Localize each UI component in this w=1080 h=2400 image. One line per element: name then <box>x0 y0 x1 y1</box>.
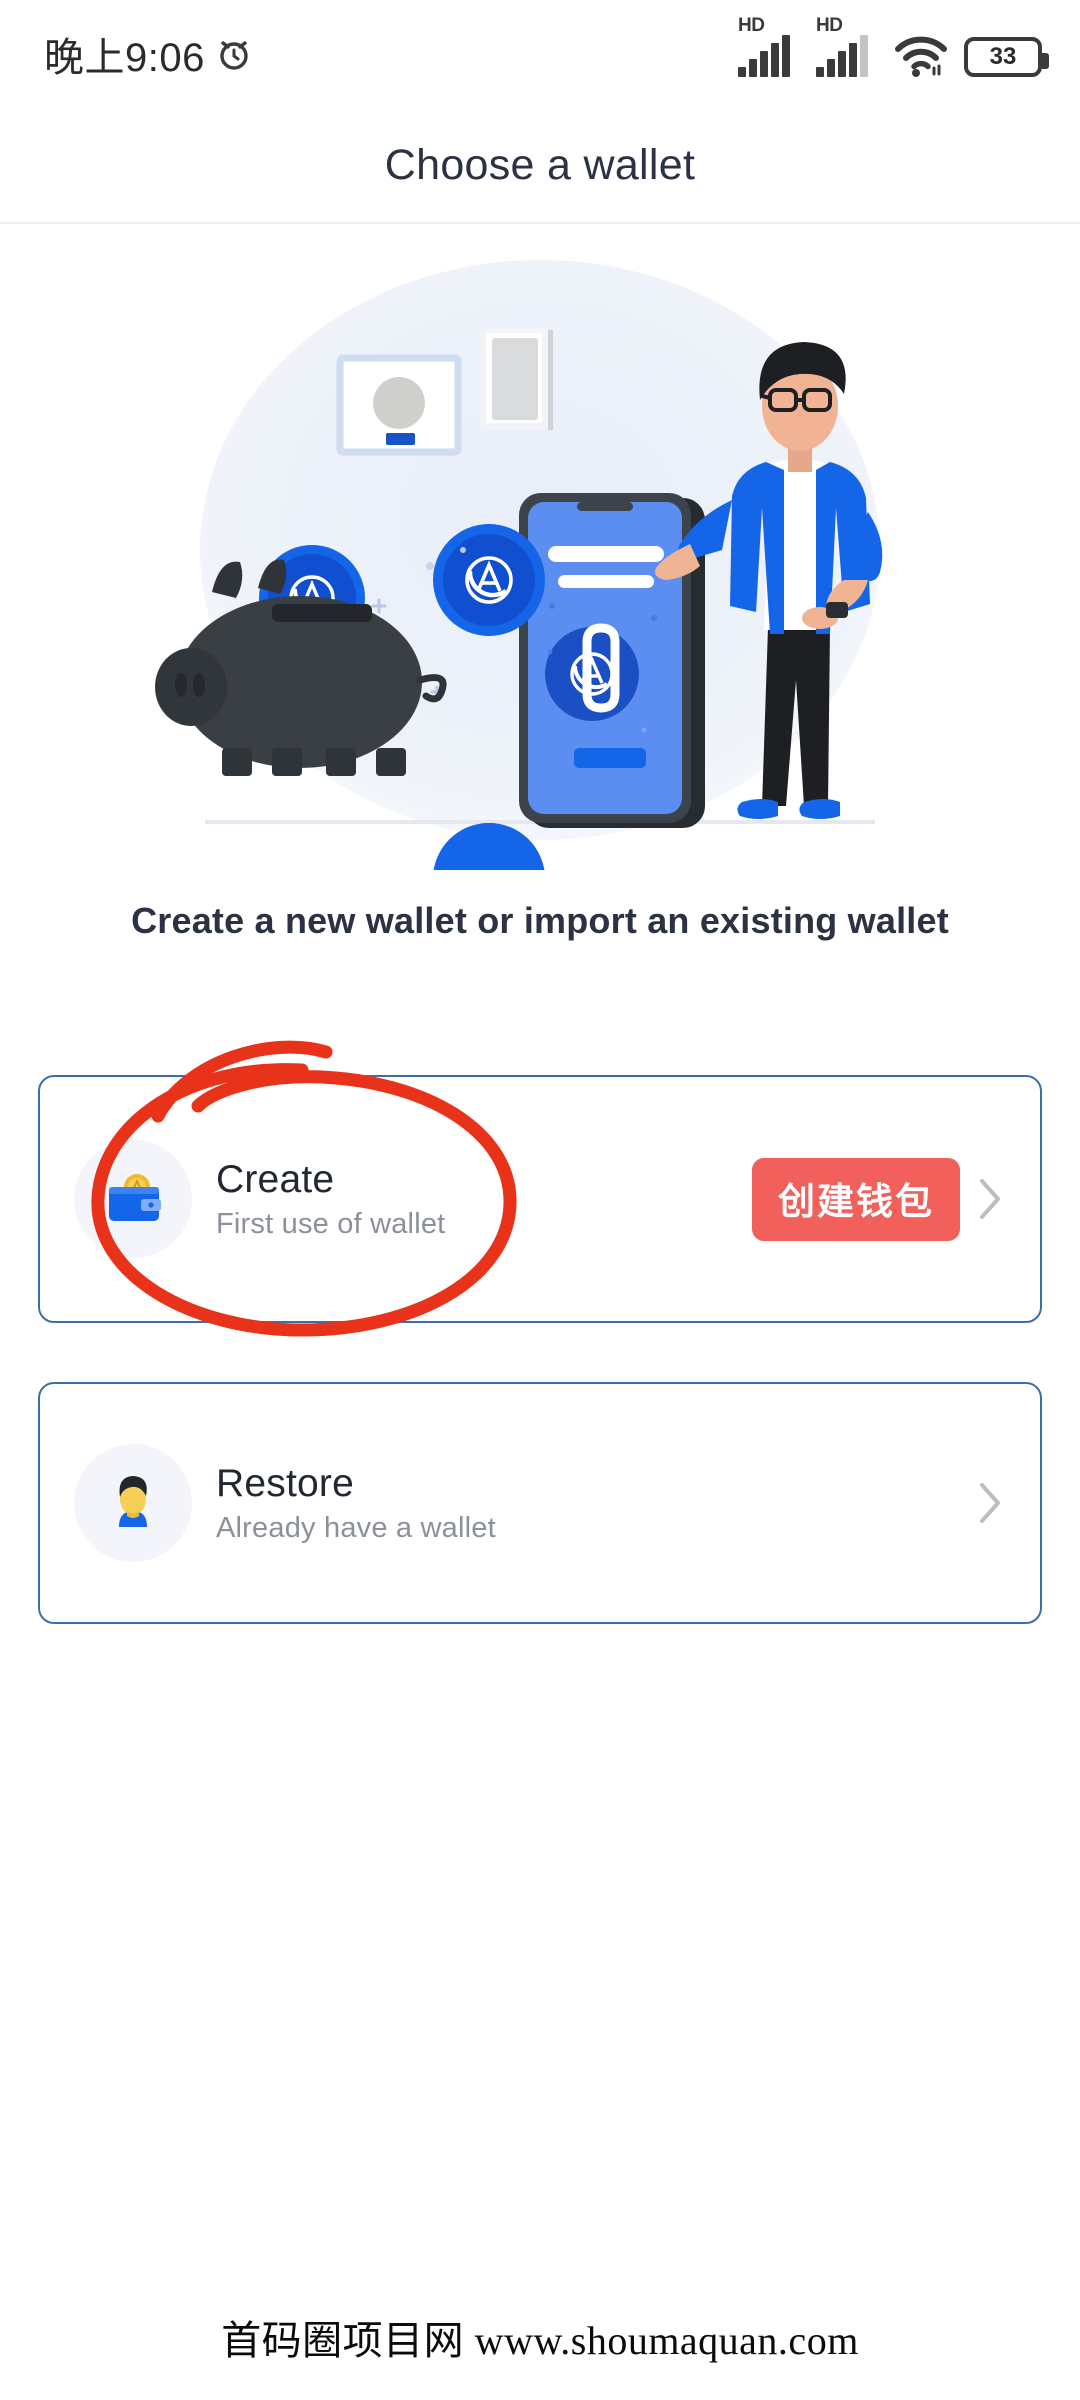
battery-level-text: 33 <box>989 43 1017 70</box>
chevron-right-icon <box>980 1179 1000 1219</box>
alarm-clock-icon <box>215 35 253 73</box>
signal-bars-sim2-icon: HD <box>816 15 878 77</box>
wifi-icon <box>894 33 948 77</box>
person-avatar-icon <box>74 1444 192 1562</box>
smartphone-mockup <box>519 493 705 828</box>
onboarding-subtitle: Create a new wallet or import an existin… <box>131 900 949 941</box>
hd-label-sim1: HD <box>738 15 765 36</box>
clock-time: 晚上9:06 <box>44 36 205 80</box>
restore-card-title: Restore <box>216 1461 354 1505</box>
wallet-coin-icon <box>74 1140 192 1258</box>
wall-frame-portrait <box>480 327 553 430</box>
page-title: Choose a wallet <box>384 140 696 189</box>
wallet-onboarding-illustration <box>0 250 1080 870</box>
header-divider <box>0 222 1080 224</box>
option-card-restore[interactable]: Restore Already have a wallet <box>38 1382 1042 1624</box>
signal-bars-sim1-icon: HD <box>738 15 800 77</box>
create-wallet-badge[interactable]: 创建钱包 <box>752 1157 960 1241</box>
create-card-text: Create First use of wallet <box>216 1158 752 1241</box>
option-card-create[interactable]: Create First use of wallet 创建钱包 <box>38 1075 1042 1323</box>
create-card-subtitle: First use of wallet <box>216 1207 446 1240</box>
status-bar-left: 晚上9:06 <box>44 25 253 83</box>
status-bar: 晚上9:06 HD HD 33 <box>0 0 1080 108</box>
battery-indicator: 33 <box>964 37 1049 77</box>
status-bar-right: HD HD 33 <box>738 15 1049 77</box>
hd-label-sim2: HD <box>816 15 843 36</box>
app-bar: Choose a wallet <box>0 108 1080 222</box>
coin-large <box>433 524 545 636</box>
restore-card-subtitle: Already have a wallet <box>216 1511 496 1544</box>
create-card-title: Create <box>216 1157 335 1201</box>
chevron-right-icon <box>980 1483 1000 1523</box>
restore-card-text: Restore Already have a wallet <box>216 1462 972 1545</box>
wall-frame-landscape <box>336 354 462 456</box>
site-watermark: 首码圈项目网 www.shoumaquan.com <box>221 2318 859 2363</box>
